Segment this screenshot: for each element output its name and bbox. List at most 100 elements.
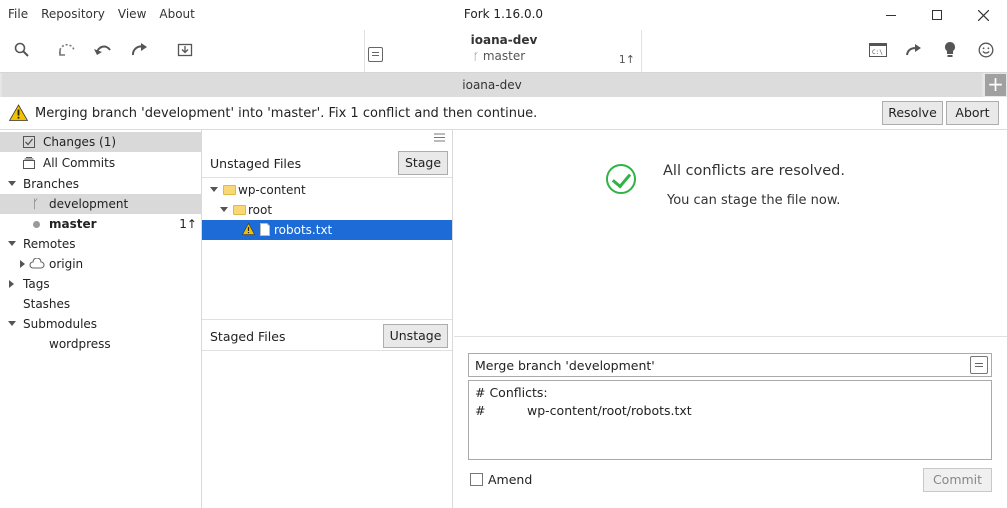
sidebar-section-remotes[interactable]: Remotes [0, 234, 201, 254]
tips-button[interactable] [938, 40, 962, 60]
feedback-button[interactable] [974, 40, 998, 60]
commit-templates-icon[interactable] [970, 356, 988, 374]
sidebar-section-branches[interactable]: Branches [0, 174, 201, 194]
warning-icon [9, 104, 28, 121]
collapse-icon [8, 321, 16, 326]
share-icon [906, 44, 921, 56]
share-button[interactable] [902, 40, 926, 60]
commit-summary-input[interactable]: Merge branch 'development' [468, 353, 992, 377]
tree-item-label: wp-content [238, 183, 306, 197]
branch-icon: ᚴ [473, 52, 479, 63]
amend-label: Amend [488, 472, 533, 487]
plus-icon: + [987, 72, 1004, 96]
collapse-icon [8, 181, 16, 186]
abort-button[interactable]: Abort [946, 101, 999, 125]
folder-icon [223, 185, 236, 195]
cloud-icon [29, 258, 45, 269]
expand-icon [20, 260, 25, 268]
sidebar-section-stashes[interactable]: Stashes [0, 294, 201, 314]
sidebar-item-all-commits[interactable]: All Commits [0, 153, 201, 173]
close-button[interactable] [960, 0, 1006, 30]
current-branch-dot-icon [33, 221, 40, 228]
sidebar-item-submodule-wordpress[interactable]: wordpress [0, 334, 201, 354]
sidebar-item-branch-master[interactable]: master 1↑ [0, 214, 201, 234]
sidebar-section-tags[interactable]: Tags [0, 274, 201, 294]
sidebar-section-label: Tags [23, 277, 50, 291]
sidebar-item-remote-origin[interactable]: origin [0, 254, 201, 274]
merge-warning-text: Merging branch 'development' into 'maste… [35, 106, 538, 121]
sidebar-section-submodules[interactable]: Submodules [0, 314, 201, 334]
stage-button[interactable]: Stage [398, 151, 448, 175]
tree-item-label: robots.txt [274, 223, 333, 237]
tree-folder-root[interactable]: root [202, 200, 452, 220]
sidebar-item-label: wordpress [49, 337, 111, 351]
push-button[interactable] [128, 40, 152, 60]
commit-description-input[interactable]: # Conflicts: # wp-content/root/robots.tx… [468, 380, 992, 460]
new-tab-button[interactable]: + [985, 74, 1006, 96]
terminal-icon: C:\ [869, 43, 887, 57]
list-options-icon[interactable] [434, 133, 445, 142]
branch-icon: ᚴ [32, 197, 40, 211]
commit-body-hash: # [475, 403, 486, 418]
tab-repository[interactable]: ioana-dev [2, 73, 982, 97]
merge-warning-bar: Merging branch 'development' into 'maste… [0, 97, 1007, 130]
amend-checkbox[interactable] [470, 473, 483, 486]
minimize-button[interactable] [868, 0, 914, 30]
commits-icon [23, 157, 35, 169]
fetch-icon [58, 43, 75, 56]
pull-button[interactable] [91, 40, 115, 60]
files-panel: Unstaged Files Stage wp-content root rob… [202, 130, 453, 508]
commit-message-icon[interactable] [368, 47, 383, 62]
expand-icon [9, 280, 14, 288]
sidebar-item-changes[interactable]: Changes (1) [0, 132, 201, 152]
tree-file-robots-txt[interactable]: robots.txt [202, 220, 452, 240]
sidebar-section-label: Branches [23, 177, 79, 191]
sidebar-item-label: development [49, 197, 129, 211]
app-title: Fork 1.16.0.0 [463, 7, 544, 21]
tree-item-label: root [248, 203, 273, 217]
stash-button[interactable] [173, 40, 197, 60]
staged-title: Staged Files [210, 329, 286, 344]
unstaged-header: Unstaged Files Stage [202, 148, 452, 178]
terminal-button[interactable]: C:\ [866, 40, 890, 60]
collapse-icon [8, 241, 16, 246]
title-bar: File Repository View About Fork 1.16.0.0 [0, 0, 1007, 30]
sidebar-item-label: origin [49, 257, 84, 271]
ahead-count: 1↑ [618, 53, 635, 66]
status-title: All conflicts are resolved. [663, 163, 845, 179]
pull-icon [94, 45, 111, 55]
sidebar-item-branch-development[interactable]: ᚴ development [0, 194, 201, 214]
commit-summary-text: Merge branch 'development' [475, 358, 655, 373]
check-circle-icon [606, 164, 636, 194]
commit-body-path: wp-content/root/robots.txt [527, 403, 692, 418]
diff-panel: All conflicts are resolved. You can stag… [454, 130, 1007, 508]
sidebar-item-label: master [49, 217, 97, 231]
repo-name: ioana-dev [470, 33, 538, 47]
tab-strip: ioana-dev + [0, 72, 1007, 97]
stash-icon [177, 43, 193, 57]
search-button[interactable] [10, 40, 34, 60]
push-icon [132, 43, 147, 56]
unstaged-title: Unstaged Files [210, 156, 302, 171]
lightbulb-icon [945, 42, 955, 57]
minimize-icon [886, 14, 896, 16]
repository-selector[interactable]: ioana-dev ᚴ master 1↑ [364, 30, 642, 72]
tree-folder-wp-content[interactable]: wp-content [202, 180, 452, 200]
fetch-button[interactable] [55, 40, 79, 60]
sidebar-section-label: Remotes [23, 237, 76, 251]
sidebar-item-label: Changes (1) [43, 135, 117, 149]
changes-icon [23, 136, 35, 148]
unstage-button[interactable]: Unstage [383, 324, 448, 348]
close-icon [977, 9, 989, 21]
sidebar: Changes (1) All Commits Branches ᚴ devel… [0, 130, 202, 508]
commit-button[interactable]: Commit [923, 468, 992, 492]
current-branch-label: master [482, 49, 526, 63]
maximize-button[interactable] [914, 0, 960, 30]
collapse-icon [220, 207, 228, 212]
sidebar-section-label: Stashes [23, 297, 71, 311]
conflict-warning-icon [242, 223, 255, 235]
sidebar-section-label: Submodules [23, 317, 98, 331]
collapse-icon [210, 187, 218, 192]
resolve-button[interactable]: Resolve [882, 101, 943, 125]
smiley-icon [978, 42, 994, 58]
